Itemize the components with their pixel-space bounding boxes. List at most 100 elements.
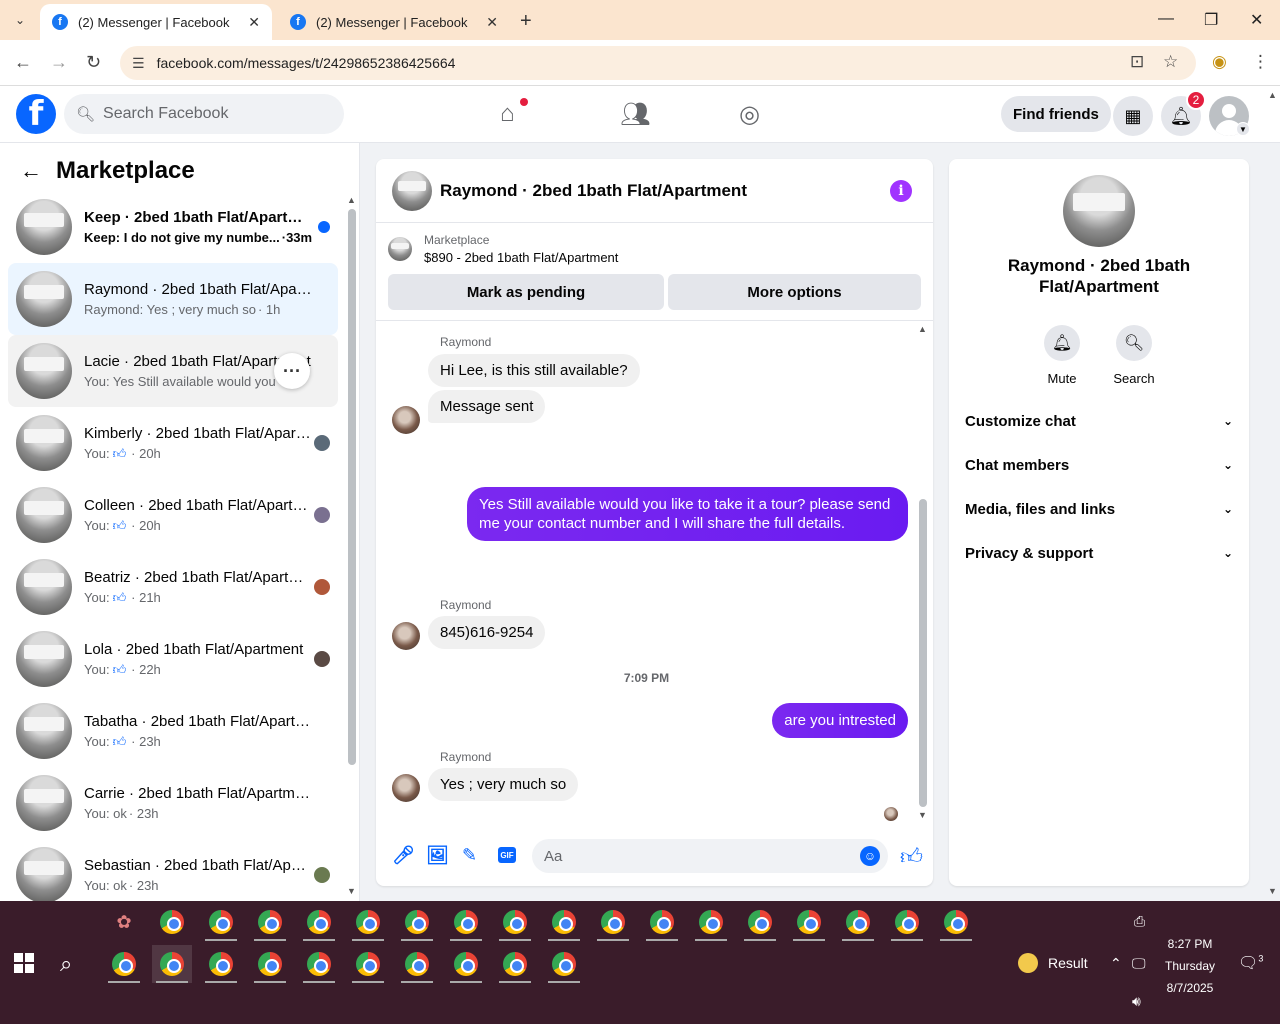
- chrome-icon[interactable]: [642, 903, 682, 941]
- chrome-icon[interactable]: [691, 903, 731, 941]
- facebook-search[interactable]: 🔍︎: [64, 94, 344, 134]
- friends-icon[interactable]: 👥︎: [620, 100, 650, 129]
- incoming-message[interactable]: Yes ; very much so: [428, 768, 579, 801]
- notification-center-icon[interactable]: 🗨︎3: [1238, 953, 1263, 973]
- chrome-icon[interactable]: [152, 903, 192, 941]
- close-window-icon[interactable]: ✕: [1250, 10, 1263, 30]
- home-icon[interactable]: ⌂: [500, 100, 515, 128]
- system-clock[interactable]: 8:27 PM Thursday 8/7/2025: [1150, 933, 1230, 999]
- chrome-icon[interactable]: [201, 903, 241, 941]
- photo-icon[interactable]: 🖼︎: [426, 845, 449, 866]
- chrome-icon[interactable]: [544, 945, 584, 983]
- sender-avatar[interactable]: [392, 406, 420, 434]
- more-options-button[interactable]: More options: [668, 274, 921, 310]
- chrome-icon[interactable]: [789, 903, 829, 941]
- chrome-icon[interactable]: [397, 945, 437, 983]
- facebook-logo-icon[interactable]: f: [16, 94, 56, 134]
- chrome-icon[interactable]: [250, 945, 290, 983]
- install-app-icon[interactable]: ⊡: [1130, 52, 1144, 72]
- url-field[interactable]: ☰ facebook.com/messages/t/24298652386425…: [120, 46, 1196, 80]
- like-thumb-icon[interactable]: 👍︎: [900, 843, 923, 870]
- facebook-search-input[interactable]: [103, 105, 324, 123]
- chrome-icon[interactable]: [299, 945, 339, 983]
- sticker-icon[interactable]: ✎: [462, 845, 477, 866]
- volume-icon[interactable]: 🔊︎: [1132, 993, 1141, 1010]
- bookmark-star-icon[interactable]: ☆: [1163, 52, 1178, 72]
- conversation-item[interactable]: Lacie · 2bed 1bath Flat/Apartment You: Y…: [8, 335, 338, 407]
- chrome-icon[interactable]: [936, 903, 976, 941]
- mark-as-pending-button[interactable]: Mark as pending: [388, 274, 664, 310]
- menu-grid-icon[interactable]: ▦: [1113, 96, 1153, 136]
- weather-widget[interactable]: Result: [1018, 953, 1088, 973]
- emoji-icon[interactable]: ☺: [860, 846, 880, 866]
- profile-icon[interactable]: ◉: [1212, 52, 1227, 72]
- chrome-icon[interactable]: [446, 903, 486, 941]
- network-icon[interactable]: 🖵︎: [1132, 955, 1146, 972]
- browser-menu-icon[interactable]: ⋮: [1252, 52, 1269, 72]
- chrome-icon[interactable]: [593, 903, 633, 941]
- scroll-down-arrow-icon[interactable]: ▼: [918, 810, 927, 820]
- chrome-icon[interactable]: [299, 903, 339, 941]
- chrome-icon[interactable]: [348, 903, 388, 941]
- chrome-icon[interactable]: [838, 903, 878, 941]
- conversation-item[interactable]: Kimberly · 2bed 1bath Flat/Apartment You…: [8, 407, 338, 479]
- chevron-down-icon[interactable]: ▼: [1236, 122, 1250, 136]
- sidebar-scrollbar[interactable]: [348, 209, 356, 765]
- marketplace-listing-card[interactable]: Marketplace $890 - 2bed 1bath Flat/Apart…: [388, 233, 618, 265]
- microphone-icon[interactable]: 🎤︎: [392, 845, 415, 866]
- outgoing-message[interactable]: Yes Still available would you like to ta…: [467, 487, 908, 541]
- more-options-icon[interactable]: ···: [274, 353, 310, 389]
- scroll-down-arrow-icon[interactable]: ▼: [1268, 886, 1277, 896]
- incoming-message[interactable]: Hi Lee, is this still available?: [428, 354, 640, 387]
- conversation-item[interactable]: Colleen · 2bed 1bath Flat/Apartment You:…: [8, 479, 338, 551]
- chrome-icon[interactable]: [495, 903, 535, 941]
- groups-icon[interactable]: ◎: [739, 100, 760, 129]
- app-icon[interactable]: ✿: [104, 903, 144, 941]
- media-files-links-row[interactable]: Media, files and links ⌄: [965, 487, 1233, 531]
- site-info-icon[interactable]: ☰: [132, 55, 145, 72]
- chat-scrollbar[interactable]: [919, 499, 927, 807]
- tab-close-icon[interactable]: ✕: [248, 14, 260, 31]
- privacy-support-row[interactable]: Privacy & support ⌄: [965, 531, 1233, 575]
- chrome-icon[interactable]: [104, 945, 144, 983]
- chrome-icon[interactable]: [250, 903, 290, 941]
- chat-title[interactable]: Raymond · 2bed 1bath Flat/Apartment: [440, 181, 747, 201]
- maximize-icon[interactable]: ❐: [1204, 10, 1218, 30]
- customize-chat-row[interactable]: Customize chat ⌄: [965, 399, 1233, 443]
- browser-tab-2[interactable]: f (2) Messenger | Facebook ✕: [278, 4, 510, 40]
- sender-avatar[interactable]: [392, 774, 420, 802]
- tray-device-icon[interactable]: ⎙: [1134, 913, 1145, 930]
- outgoing-message[interactable]: are you intrested: [772, 703, 908, 738]
- scroll-up-arrow-icon[interactable]: ▲: [347, 195, 356, 205]
- back-arrow-icon[interactable]: ←: [20, 158, 42, 184]
- chrome-icon[interactable]: [397, 903, 437, 941]
- chrome-icon[interactable]: [544, 903, 584, 941]
- browser-tab-1[interactable]: f (2) Messenger | Facebook ✕: [40, 4, 272, 40]
- reload-icon[interactable]: ↻: [86, 52, 101, 73]
- conversation-item[interactable]: Keep · 2bed 1bath Flat/Apartment Keep: I…: [8, 191, 338, 263]
- incoming-message[interactable]: Message sent: [428, 390, 546, 423]
- tab-close-icon[interactable]: ✕: [486, 14, 498, 31]
- message-input[interactable]: [532, 839, 888, 873]
- conversation-item[interactable]: Raymond · 2bed 1bath Flat/Apartment Raym…: [8, 263, 338, 335]
- mute-button[interactable]: 🔔︎ Mute: [1032, 325, 1092, 386]
- conversation-item[interactable]: Lola · 2bed 1bath Flat/Apartment You: 👍︎ ·…: [8, 623, 338, 695]
- windows-start-icon[interactable]: [14, 953, 34, 973]
- chrome-icon[interactable]: [740, 903, 780, 941]
- new-tab-icon[interactable]: +: [520, 10, 532, 33]
- chat-members-row[interactable]: Chat members ⌄: [965, 443, 1233, 487]
- conversation-item[interactable]: Carrie · 2bed 1bath Flat/Apartment You: …: [8, 767, 338, 839]
- chrome-icon[interactable]: [495, 945, 535, 983]
- chat-avatar[interactable]: [392, 170, 432, 211]
- forward-arrow-icon[interactable]: →: [50, 52, 68, 73]
- search-icon[interactable]: ⌕: [60, 951, 72, 977]
- tab-search-icon[interactable]: ⌄: [6, 8, 34, 32]
- scroll-up-arrow-icon[interactable]: ▲: [1268, 90, 1277, 100]
- minimize-icon[interactable]: —: [1158, 10, 1174, 28]
- chrome-icon[interactable]: [201, 945, 241, 983]
- scroll-up-arrow-icon[interactable]: ▲: [918, 324, 927, 334]
- chrome-icon[interactable]: [348, 945, 388, 983]
- sender-avatar[interactable]: [392, 622, 420, 650]
- conversation-item[interactable]: Tabatha · 2bed 1bath Flat/Apartment You:…: [8, 695, 338, 767]
- chrome-icon[interactable]: [446, 945, 486, 983]
